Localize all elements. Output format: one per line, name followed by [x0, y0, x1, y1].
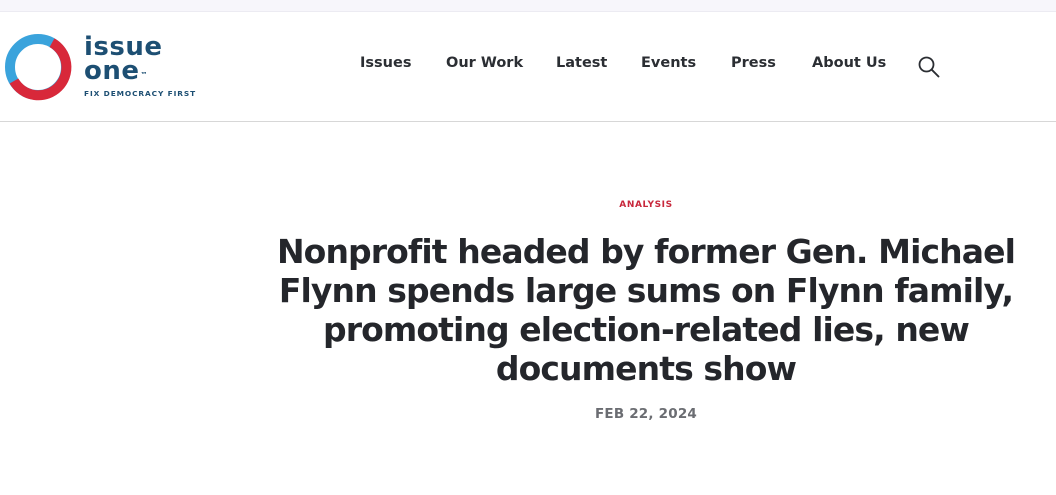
logo-tagline: FIX DEMOCRACY FIRST — [84, 89, 197, 98]
logo-word-one: one — [84, 56, 140, 86]
search-icon[interactable] — [917, 55, 941, 79]
logo-wordmark: issue one™ — [84, 34, 163, 86]
article-date: FEB 22, 2024 — [594, 406, 698, 422]
top-strip — [0, 0, 1056, 12]
nav-item-latest[interactable]: Latest — [556, 55, 607, 71]
site-logo[interactable]: issue one™ FIX DEMOCRACY FIRST — [2, 31, 202, 103]
trademark: ™ — [140, 71, 148, 79]
article-title: Nonprofit headed by former Gen. Michael … — [276, 232, 1016, 388]
nav-item-about-us[interactable]: About Us — [812, 55, 886, 71]
logo-ring-icon — [5, 34, 72, 101]
site-header: issue one™ FIX DEMOCRACY FIRST Issues Ou… — [0, 12, 1056, 122]
nav-item-events[interactable]: Events — [641, 55, 696, 71]
nav-item-our-work[interactable]: Our Work — [446, 55, 523, 71]
nav-item-press[interactable]: Press — [731, 55, 776, 71]
article-category[interactable]: ANALYSIS — [560, 200, 732, 210]
nav-item-issues[interactable]: Issues — [360, 55, 411, 71]
